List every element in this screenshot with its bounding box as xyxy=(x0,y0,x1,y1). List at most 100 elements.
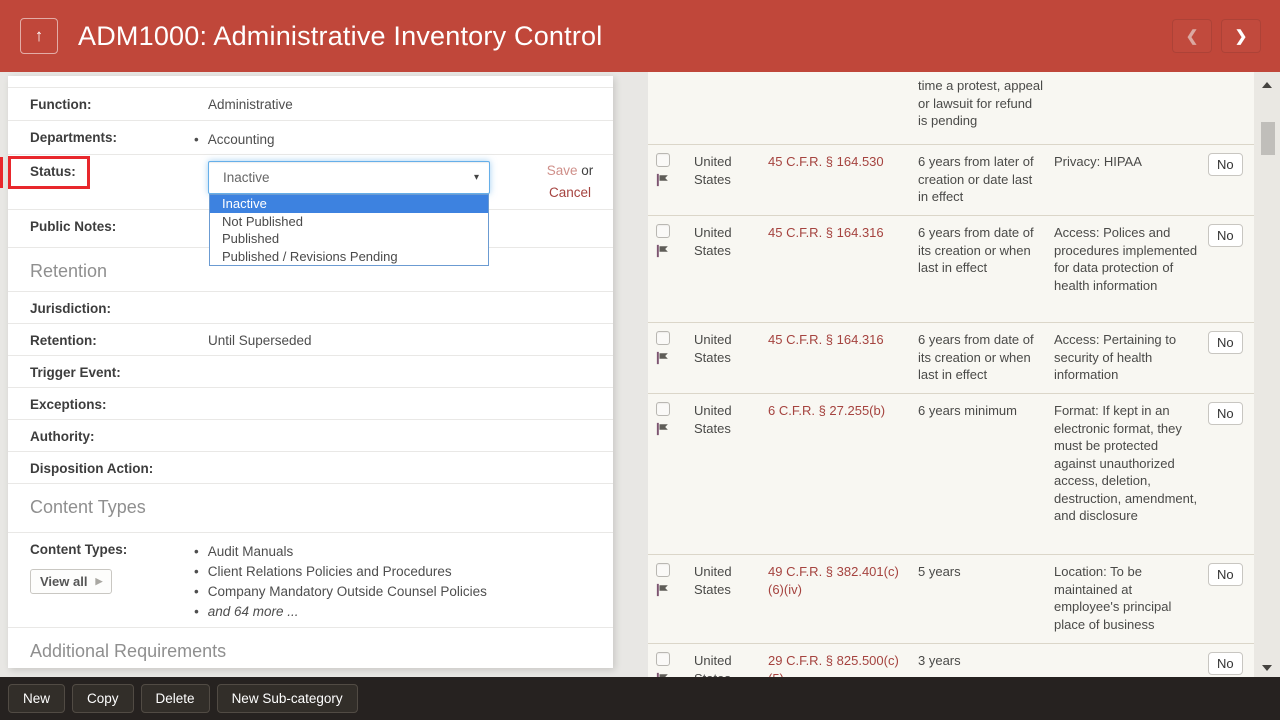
status-row: Status: Inactive ▾ Save or Cancel Inacti… xyxy=(8,155,613,210)
function-row: Function: Administrative xyxy=(8,88,613,121)
citation-link[interactable]: 49 C.F.R. § 382.401(c)(6)(iv) xyxy=(768,563,918,598)
scroll-up-icon[interactable] xyxy=(1262,82,1272,88)
status-selected-value: Inactive xyxy=(223,170,474,185)
chevron-down-icon: ▾ xyxy=(474,172,479,183)
row-checkbox[interactable] xyxy=(656,652,670,666)
citation-description: Access: Polices and procedures implement… xyxy=(1054,224,1206,294)
citation-jurisdiction: United States xyxy=(694,331,768,366)
citation-row: United States 45 C.F.R. § 164.530 6 year… xyxy=(648,145,1254,216)
citation-row: United States 6 C.F.R. § 27.255(b) 6 yea… xyxy=(648,394,1254,555)
previous-record-button[interactable]: ❮ xyxy=(1172,19,1212,53)
citation-retention: 3 years xyxy=(918,652,1054,670)
content-types-more: and 64 more ... xyxy=(194,602,605,622)
up-arrow-icon: ↑ xyxy=(35,26,44,46)
status-option-published[interactable]: Published xyxy=(210,230,488,248)
content-types-section-heading: Content Types xyxy=(8,484,613,533)
citation-jurisdiction: United States xyxy=(694,563,768,598)
citation-description: Location: To be maintained at employee's… xyxy=(1054,563,1206,633)
next-record-button[interactable]: ❯ xyxy=(1221,19,1261,53)
departments-label: Departments: xyxy=(30,130,208,154)
annotation-edge-mark xyxy=(0,157,3,188)
scrollbar-thumb[interactable] xyxy=(1261,122,1275,155)
content-type-item: Audit Manuals xyxy=(194,542,605,562)
status-select[interactable]: Inactive ▾ xyxy=(208,161,490,194)
copy-button[interactable]: Copy xyxy=(72,684,134,713)
additional-requirements-heading: Additional Requirements xyxy=(8,628,613,668)
no-button[interactable]: No xyxy=(1208,331,1243,354)
status-option-inactive[interactable]: Inactive xyxy=(210,195,488,213)
no-button[interactable]: No xyxy=(1208,563,1243,586)
bottom-toolbar: New Copy Delete New Sub-category xyxy=(0,677,1280,720)
status-option-not-published[interactable]: Not Published xyxy=(210,213,488,231)
authority-row: Authority: xyxy=(8,420,613,452)
row-checkbox[interactable] xyxy=(656,402,670,416)
no-button[interactable]: No xyxy=(1208,652,1243,675)
save-link[interactable]: Save xyxy=(547,163,578,178)
row-checkbox[interactable] xyxy=(656,153,670,167)
flag-icon xyxy=(656,244,670,258)
status-option-published-revisions-pending[interactable]: Published / Revisions Pending xyxy=(210,248,488,266)
row-checkbox[interactable] xyxy=(656,563,670,577)
vertical-scrollbar[interactable] xyxy=(1254,72,1280,677)
flag-icon xyxy=(656,422,670,436)
citation-row: United States 45 C.F.R. § 164.316 6 year… xyxy=(648,323,1254,394)
retention-label: Retention: xyxy=(30,333,208,355)
row-checkbox[interactable] xyxy=(656,224,670,238)
app-header: ↑ ADM1000: Administrative Inventory Cont… xyxy=(0,0,1280,72)
citation-retention: 6 years from later of creation or date l… xyxy=(918,153,1054,206)
citation-jurisdiction: United States xyxy=(694,224,768,259)
trigger-event-row: Trigger Event: xyxy=(8,356,613,388)
citation-retention: 6 years from date of its creation or whe… xyxy=(918,331,1054,384)
delete-button[interactable]: Delete xyxy=(141,684,210,713)
citation-row: United States 45 C.F.R. § 164.316 6 year… xyxy=(648,216,1254,323)
view-all-label: View all xyxy=(40,574,87,589)
citation-jurisdiction: United States xyxy=(694,402,768,437)
no-button[interactable]: No xyxy=(1208,153,1243,176)
citation-description: Privacy: HIPAA xyxy=(1054,153,1206,171)
page-title: ADM1000: Administrative Inventory Contro… xyxy=(78,21,1172,52)
flag-icon xyxy=(656,173,670,187)
citation-link[interactable]: 45 C.F.R. § 164.316 xyxy=(768,331,918,349)
content-types-row: Content Types: View all ▶ Audit Manuals … xyxy=(8,533,613,628)
citation-retention: time a protest, appeal or lawsuit for re… xyxy=(918,77,1054,130)
flag-icon xyxy=(656,351,670,365)
content-type-item: Company Mandatory Outside Counsel Polici… xyxy=(194,582,605,602)
new-sub-category-button[interactable]: New Sub-category xyxy=(217,684,358,713)
departments-row: Departments: Accounting xyxy=(8,121,613,155)
content-type-item: Client Relations Policies and Procedures xyxy=(194,562,605,582)
citation-link[interactable]: 45 C.F.R. § 164.316 xyxy=(768,224,918,242)
new-button[interactable]: New xyxy=(8,684,65,713)
retention-value: Until Superseded xyxy=(208,333,605,355)
citations-panel: time a protest, appeal or lawsuit for re… xyxy=(648,72,1254,720)
cancel-link[interactable]: Cancel xyxy=(549,185,591,200)
jurisdiction-row: Jurisdiction: xyxy=(8,292,613,324)
view-all-button[interactable]: View all ▶ xyxy=(30,569,112,594)
retention-row: Retention: Until Superseded xyxy=(8,324,613,356)
row-checkbox[interactable] xyxy=(656,331,670,345)
citation-description: Access: Pertaining to security of health… xyxy=(1054,331,1206,384)
content-types-label: Content Types: xyxy=(30,542,127,557)
chevron-left-icon: ❮ xyxy=(1186,27,1199,45)
citation-description: Format: If kept in an electronic format,… xyxy=(1054,402,1206,525)
record-detail-panel: Function: Administrative Departments: Ac… xyxy=(8,76,613,668)
scroll-down-icon[interactable] xyxy=(1262,665,1272,671)
disposition-action-row: Disposition Action: xyxy=(8,452,613,484)
row-divider xyxy=(8,76,613,88)
disposition-action-label: Disposition Action: xyxy=(30,461,208,483)
exceptions-label: Exceptions: xyxy=(30,397,208,419)
jurisdiction-label: Jurisdiction: xyxy=(30,301,208,323)
citation-link[interactable]: 6 C.F.R. § 27.255(b) xyxy=(768,402,918,420)
citation-row: United States 49 C.F.R. § 382.401(c)(6)(… xyxy=(648,555,1254,644)
citation-retention: 5 years xyxy=(918,563,1054,581)
or-text: or xyxy=(581,163,593,178)
citation-link[interactable]: 45 C.F.R. § 164.530 xyxy=(768,153,918,171)
trigger-event-label: Trigger Event: xyxy=(30,365,208,387)
no-button[interactable]: No xyxy=(1208,224,1243,247)
status-dropdown-list: Inactive Not Published Published Publish… xyxy=(209,194,489,266)
play-arrow-icon: ▶ xyxy=(95,576,102,587)
citation-jurisdiction: United States xyxy=(694,153,768,188)
up-arrow-button[interactable]: ↑ xyxy=(20,18,58,54)
function-label: Function: xyxy=(30,97,208,120)
function-value: Administrative xyxy=(208,97,605,120)
no-button[interactable]: No xyxy=(1208,402,1243,425)
